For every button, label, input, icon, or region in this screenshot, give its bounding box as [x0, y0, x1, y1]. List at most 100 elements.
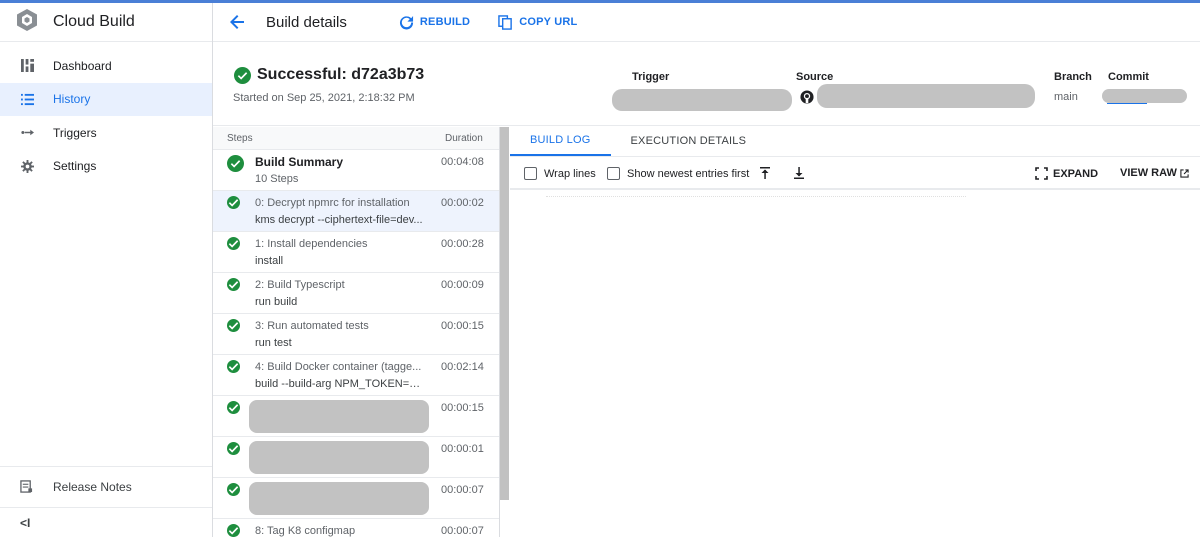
- collapse-icon: <I: [20, 515, 31, 530]
- step-duration: 00:00:15: [441, 320, 484, 332]
- step-row[interactable]: 0: Decrypt npmrc for installation kms de…: [213, 191, 499, 232]
- checkbox-box: [607, 167, 620, 180]
- step-duration: 00:02:14: [441, 361, 484, 373]
- log-panel: BUILD LOG EXECUTION DETAILS Wrap lines S…: [510, 127, 1200, 537]
- success-check-icon: [227, 401, 240, 414]
- sidebar-item-history[interactable]: History: [0, 82, 212, 116]
- success-check-icon: [227, 237, 240, 250]
- success-check-icon: [234, 66, 251, 84]
- step-subtitle: kms decrypt --ciphertext-file=dev...: [255, 214, 423, 226]
- step-title: 1: Install dependencies: [255, 238, 368, 250]
- rebuild-button[interactable]: REBUILD: [399, 15, 470, 30]
- success-check-icon: [227, 360, 240, 373]
- wrap-lines-checkbox[interactable]: Wrap lines: [524, 167, 596, 180]
- step-duration: 00:00:02: [441, 197, 484, 209]
- view-raw-button[interactable]: VIEW RAW: [1120, 167, 1189, 179]
- step-title: 8: Tag K8 configmap: [255, 525, 356, 537]
- view-raw-label: VIEW RAW: [1120, 167, 1177, 179]
- commit-redacted[interactable]: [1102, 89, 1187, 103]
- step-duration: 00:00:01: [441, 443, 484, 455]
- expand-label: EXPAND: [1053, 167, 1099, 180]
- success-check-icon: [227, 196, 240, 209]
- step-title: 3: Run automated tests: [255, 320, 369, 332]
- step-duration: 00:00:28: [441, 238, 484, 250]
- steps-column-header: Steps: [227, 132, 253, 144]
- sidebar-item-label: Settings: [53, 159, 97, 174]
- source-label: Source: [796, 71, 834, 83]
- back-arrow-icon[interactable]: [228, 13, 246, 31]
- refresh-icon: [399, 15, 414, 30]
- list-icon: [20, 92, 34, 106]
- github-icon: [800, 90, 814, 109]
- scroll-to-top-icon[interactable]: [758, 166, 772, 180]
- log-toolbar: Wrap lines Show newest entries first EXP…: [510, 157, 1200, 190]
- sidebar-item-dashboard[interactable]: Dashboard: [0, 49, 212, 83]
- step-redacted-block: [249, 441, 429, 474]
- trigger-label: Trigger: [632, 71, 670, 83]
- build-log-output[interactable]: [510, 192, 1200, 537]
- gear-icon: [20, 159, 34, 173]
- step-row-redacted[interactable]: 00:00:07: [213, 478, 499, 519]
- step-subtitle: run test: [255, 337, 292, 349]
- step-title: 4: Build Docker container (tagge...: [255, 361, 422, 373]
- step-row-redacted[interactable]: 00:00:15: [213, 396, 499, 437]
- sidebar-nav: Dashboard History Triggers Settings: [0, 49, 212, 183]
- copy-icon: [498, 14, 513, 30]
- success-check-icon: [227, 155, 244, 172]
- step-row[interactable]: 8: Tag K8 configmap 00:00:07: [213, 519, 499, 537]
- sidebar-footer: Release Notes <I: [0, 466, 212, 537]
- cloud-build-icon: [15, 8, 39, 37]
- release-notes-link[interactable]: Release Notes: [0, 467, 212, 507]
- sidebar: Cloud Build Dashboard History Triggers S…: [0, 3, 213, 537]
- newest-first-checkbox[interactable]: Show newest entries first: [607, 167, 749, 180]
- step-title: Build Summary: [255, 155, 344, 169]
- scroll-to-bottom-icon[interactable]: [792, 166, 806, 180]
- dashboard-icon: [20, 59, 34, 73]
- step-row[interactable]: 3: Run automated tests run test 00:00:15: [213, 314, 499, 355]
- step-duration: 00:04:08: [441, 156, 484, 168]
- sidebar-item-label: History: [53, 92, 91, 107]
- tab-execution-details[interactable]: EXECUTION DETAILS: [611, 126, 767, 156]
- branch-value: main: [1054, 91, 1078, 103]
- page-title: Build details: [266, 13, 347, 31]
- newest-first-label: Show newest entries first: [627, 167, 750, 180]
- commit-link-underline: [1107, 103, 1147, 104]
- steps-table-header: Steps Duration: [213, 127, 499, 150]
- step-row[interactable]: 2: Build Typescript run build 00:00:09: [213, 273, 499, 314]
- expand-button[interactable]: EXPAND: [1035, 167, 1098, 180]
- build-started-time: Started on Sep 25, 2021, 2:18:32 PM: [233, 92, 415, 104]
- success-check-icon: [227, 483, 240, 496]
- tab-build-log[interactable]: BUILD LOG: [510, 126, 611, 156]
- step-title: 2: Build Typescript: [255, 279, 345, 291]
- log-tabs: BUILD LOG EXECUTION DETAILS: [510, 127, 1200, 157]
- step-duration: 00:00:07: [441, 484, 484, 496]
- success-check-icon: [227, 442, 240, 455]
- step-subtitle: run build: [255, 296, 298, 308]
- success-check-icon: [227, 278, 240, 291]
- step-redacted-block: [249, 400, 429, 433]
- step-row[interactable]: 1: Install dependencies install 00:00:28: [213, 232, 499, 273]
- open-in-new-icon: [1180, 168, 1189, 178]
- step-subtitle: build --build-arg NPM_TOKEN=92...: [255, 378, 425, 390]
- step-subtitle: install: [255, 255, 284, 267]
- collapse-sidebar-button[interactable]: <I: [0, 507, 212, 537]
- app-title: Cloud Build: [53, 13, 135, 30]
- copy-url-label: COPY URL: [519, 16, 578, 28]
- page-header: Build details REBUILD COPY URL: [213, 3, 1200, 42]
- sidebar-item-triggers[interactable]: Triggers: [0, 116, 212, 150]
- step-row[interactable]: 4: Build Docker container (tagge... buil…: [213, 355, 499, 396]
- step-row-summary[interactable]: Build Summary 10 Steps 00:04:08: [213, 150, 499, 191]
- step-row-redacted[interactable]: 00:00:01: [213, 437, 499, 478]
- step-duration: 00:00:15: [441, 402, 484, 414]
- copy-url-button[interactable]: COPY URL: [498, 14, 578, 30]
- fullscreen-icon: [1035, 167, 1048, 180]
- step-duration: 00:00:09: [441, 279, 484, 291]
- brand[interactable]: Cloud Build: [0, 3, 212, 42]
- build-summary-header: Successful: d72a3b73 Started on Sep 25, …: [213, 42, 1200, 126]
- step-duration: 00:00:07: [441, 525, 484, 537]
- steps-scrollbar[interactable]: [500, 127, 509, 500]
- step-subtitle: 10 Steps: [255, 173, 299, 185]
- source-redacted: [817, 84, 1035, 108]
- sidebar-item-settings[interactable]: Settings: [0, 150, 212, 184]
- wrap-lines-label: Wrap lines: [544, 167, 596, 180]
